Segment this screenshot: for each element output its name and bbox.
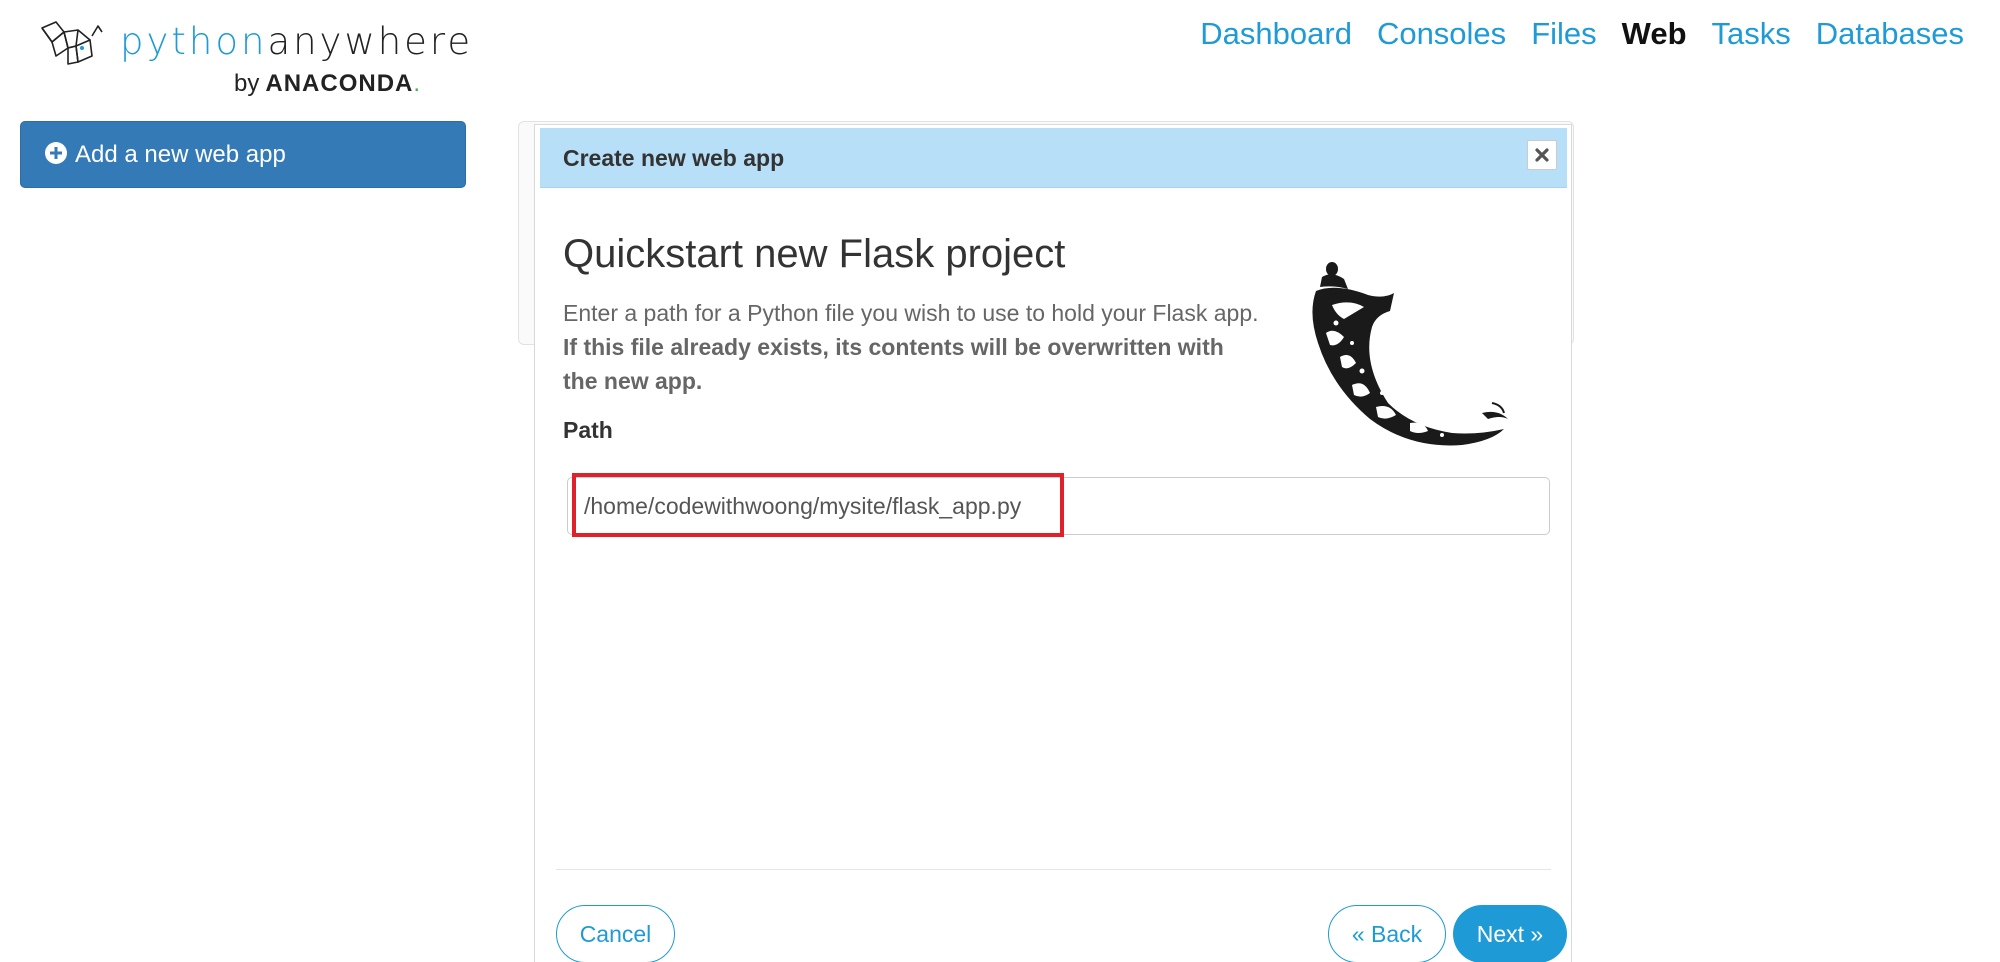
plus-circle-icon [45, 141, 67, 164]
next-button[interactable]: Next » [1453, 905, 1567, 962]
nav-web[interactable]: Web [1622, 16, 1687, 52]
logo-mark-icon [41, 21, 103, 65]
dialog-title: Create new web app [563, 145, 785, 171]
create-web-app-dialog: Create new web app Quickstart new Flask … [534, 124, 1572, 962]
top-nav: Dashboard Consoles Files Web Tasks Datab… [1200, 16, 1964, 52]
nav-databases[interactable]: Databases [1816, 16, 1964, 52]
footer-divider [556, 869, 1551, 870]
nav-files[interactable]: Files [1531, 16, 1596, 52]
add-new-web-app-button[interactable]: Add a new web app [20, 121, 466, 188]
cancel-button[interactable]: Cancel [556, 905, 675, 962]
nav-tasks[interactable]: Tasks [1712, 16, 1791, 52]
add-new-web-app-label: Add a new web app [75, 140, 286, 168]
nav-dashboard[interactable]: Dashboard [1200, 16, 1352, 52]
flask-quickstart-heading: Quickstart new Flask project [563, 232, 1066, 276]
logo-by-anaconda: by ANACONDA. [234, 70, 421, 97]
close-icon [1535, 148, 1549, 162]
page: pythonanywhere by ANACONDA. Dashboard Con… [0, 0, 2000, 962]
logo-wordmark: pythonanywhere [120, 20, 474, 63]
dialog-header: Create new web app [540, 128, 1567, 188]
description-text: Enter a path for a Python file you wish … [563, 300, 1259, 326]
close-button[interactable] [1527, 140, 1557, 170]
path-label: Path [563, 417, 613, 443]
path-description: Enter a path for a Python file you wish … [563, 296, 1263, 398]
nav-consoles[interactable]: Consoles [1377, 16, 1506, 52]
description-warning: If this file already exists, its content… [563, 334, 1224, 394]
pythonanywhere-logo[interactable]: pythonanywhere by ANACONDA. [38, 18, 470, 98]
flask-logo-icon [1312, 262, 1508, 446]
path-input[interactable] [567, 477, 1550, 535]
back-button[interactable]: « Back [1328, 905, 1446, 962]
